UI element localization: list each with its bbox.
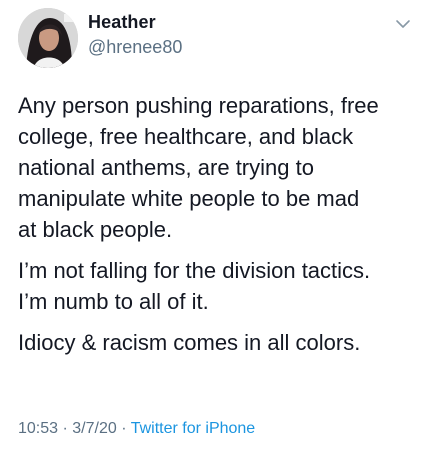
text-line: Idiocy & racism comes in all colors. — [18, 330, 361, 355]
text-line: manipulate white people to be mad — [18, 186, 360, 211]
tweet-date[interactable]: 3/7/20 — [72, 420, 116, 437]
chevron-down-icon[interactable] — [395, 18, 411, 30]
text-line: at black people. — [18, 217, 173, 242]
tweet-paragraph: Idiocy & racism comes in all colors. — [18, 327, 418, 358]
tweet-text: Any person pushing reparations, free col… — [18, 90, 418, 368]
tweet-paragraph: I’m not falling for the division tactics… — [18, 255, 418, 317]
text-line: Any person pushing reparations, free — [18, 93, 379, 118]
avatar[interactable] — [18, 8, 78, 68]
tweet-meta: 10:53 · 3/7/20 · Twitter for iPhone — [18, 420, 255, 438]
meta-separator: · — [62, 420, 68, 437]
meta-separator: · — [121, 420, 127, 437]
tweet-paragraph: Any person pushing reparations, free col… — [18, 90, 418, 245]
text-line: college, free healthcare, and black — [18, 124, 354, 149]
text-line: I’m not falling for the division tactics… — [18, 258, 371, 283]
text-line: I’m numb to all of it. — [18, 289, 209, 314]
tweet-time[interactable]: 10:53 — [18, 420, 58, 437]
avatar-photo — [18, 8, 78, 68]
user-handle[interactable]: @hrenee80 — [88, 37, 182, 58]
text-line: national anthems, are trying to — [18, 155, 314, 180]
display-name[interactable]: Heather — [88, 12, 156, 33]
tweet-source-link[interactable]: Twitter for iPhone — [131, 420, 256, 437]
tweet-card: Heather @hrenee80 Any person pushing rep… — [0, 0, 426, 450]
